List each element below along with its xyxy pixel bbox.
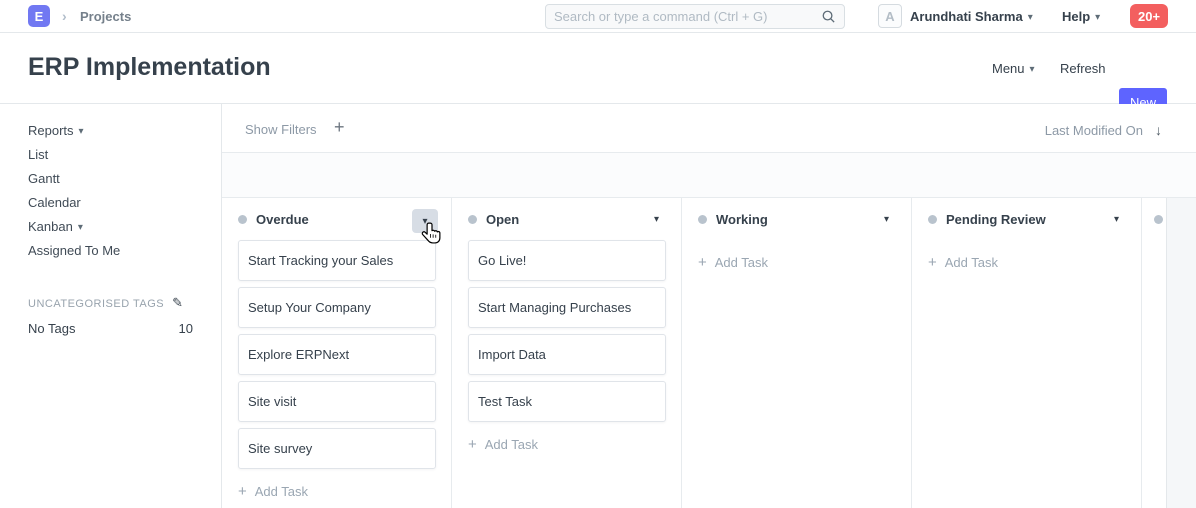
column-header: Open ▾ [452, 198, 681, 240]
column-status-dot [1154, 215, 1163, 224]
tag-label: No Tags [28, 321, 75, 336]
sidebar-item-label: Kanban [28, 219, 73, 234]
column-menu-button[interactable]: ▾ [412, 209, 438, 233]
plus-icon: + [468, 436, 477, 453]
column-header [1142, 198, 1166, 240]
sidebar-item-calendar[interactable]: Calendar [0, 191, 221, 215]
plus-icon: + [928, 254, 937, 271]
search-icon [821, 9, 836, 24]
tag-filter-no-tags[interactable]: No Tags 10 [28, 321, 193, 336]
sidebar-item-kanban[interactable]: Kanban ▾ [0, 215, 221, 239]
column-header: Pending Review ▾ [912, 198, 1141, 240]
column-menu-button[interactable]: ▾ [1114, 214, 1125, 225]
add-task-label: Add Task [485, 437, 538, 452]
kanban-card[interactable]: Import Data [468, 334, 666, 375]
sidebar-view-list: Reports ▾ List Gantt Calendar Kanban ▾ Ass… [0, 104, 221, 263]
kanban-board: Overdue ▾ Start Tracking your Sales Setu… [222, 198, 1166, 508]
column-header: Working ▾ [682, 198, 911, 240]
sort-direction-icon[interactable]: ↓ [1155, 122, 1162, 138]
result-band [222, 153, 1196, 198]
add-task-label: Add Task [255, 484, 308, 499]
page-title: ERP Implementation [28, 53, 271, 82]
add-task-button[interactable]: + Add Task [928, 250, 1126, 274]
edit-tags-icon[interactable]: ✎ [172, 295, 183, 310]
caret-down-icon: ▾ [1095, 12, 1100, 23]
board-right-gutter [1166, 198, 1196, 508]
help-label: Help [1062, 9, 1090, 24]
column-title: Overdue [256, 212, 309, 227]
user-name: Arundhati Sharma [910, 9, 1023, 24]
add-filter-icon[interactable]: + [334, 117, 345, 138]
search-input[interactable] [554, 9, 821, 24]
column-status-dot [928, 215, 937, 224]
refresh-button[interactable]: Refresh [1060, 61, 1106, 76]
column-status-dot [698, 215, 707, 224]
add-task-label: Add Task [715, 255, 768, 270]
tags-section-header: UNCATEGORISED TAGS ✎ [28, 295, 221, 311]
user-avatar[interactable]: A [878, 4, 902, 28]
kanban-card[interactable]: Setup Your Company [238, 287, 436, 328]
app-logo[interactable]: E [28, 5, 50, 27]
tags-section-title: UNCATEGORISED TAGS [28, 298, 164, 310]
sidebar-item-reports[interactable]: Reports ▾ [0, 119, 221, 143]
add-task-button[interactable]: + Add Task [468, 432, 666, 456]
column-status-dot [468, 215, 477, 224]
chevron-right-icon: › [62, 8, 67, 24]
top-navbar: E › Projects A Arundhati Sharma ▾ Help ▾ 2… [0, 0, 1196, 33]
sidebar-item-list[interactable]: List [0, 143, 221, 167]
add-task-button[interactable]: + Add Task [238, 479, 436, 503]
caret-down-icon: ▾ [78, 222, 83, 233]
menu-dropdown[interactable]: Menu ▾ [992, 61, 1035, 76]
caret-down-icon: ▾ [79, 126, 84, 137]
tag-count: 10 [179, 321, 193, 336]
global-search[interactable] [545, 4, 845, 29]
kanban-card[interactable]: Start Managing Purchases [468, 287, 666, 328]
kanban-card[interactable]: Go Live! [468, 240, 666, 281]
sidebar-item-gantt[interactable]: Gantt [0, 167, 221, 191]
plus-icon: + [698, 254, 707, 271]
sidebar: Reports ▾ List Gantt Calendar Kanban ▾ Ass… [0, 104, 222, 508]
add-task-label: Add Task [945, 255, 998, 270]
kanban-card[interactable]: Start Tracking your Sales [238, 240, 436, 281]
sort-label: Last Modified On [1045, 123, 1143, 138]
plus-icon: + [238, 483, 247, 500]
kanban-card[interactable]: Site visit [238, 381, 436, 422]
menu-label: Menu [992, 61, 1025, 76]
caret-down-icon: ▾ [1030, 64, 1035, 75]
column-title: Pending Review [946, 212, 1046, 227]
kanban-card[interactable]: Site survey [238, 428, 436, 469]
column-status-dot [238, 215, 247, 224]
breadcrumb[interactable]: Projects [80, 9, 131, 24]
kanban-column-clipped [1142, 198, 1166, 508]
column-menu-button[interactable]: ▾ [654, 214, 665, 225]
sidebar-item-label: Reports [28, 123, 74, 138]
kanban-card[interactable]: Test Task [468, 381, 666, 422]
column-menu-button[interactable]: ▾ [884, 214, 895, 225]
sidebar-item-assigned-to-me[interactable]: Assigned To Me [0, 239, 221, 263]
app-window: E › Projects A Arundhati Sharma ▾ Help ▾ 2… [0, 0, 1196, 508]
kanban-column-pending-review: Pending Review ▾ + Add Task [912, 198, 1142, 508]
filter-toolbar: Show Filters + Last Modified On ↓ [222, 104, 1196, 153]
page-header: ERP Implementation Menu▾ Refresh New [0, 33, 1196, 104]
add-task-button[interactable]: + Add Task [698, 250, 896, 274]
column-title: Working [716, 212, 768, 227]
user-menu[interactable]: Arundhati Sharma ▾ [910, 9, 1033, 24]
help-menu[interactable]: Help ▾ [1062, 9, 1100, 24]
kanban-card[interactable]: Explore ERPNext [238, 334, 436, 375]
show-filters-button[interactable]: Show Filters [245, 122, 317, 137]
caret-down-icon: ▾ [1028, 12, 1033, 23]
sort-selector[interactable]: Last Modified On ↓ [1045, 122, 1162, 138]
column-title: Open [486, 212, 519, 227]
kanban-column-working: Working ▾ + Add Task [682, 198, 912, 508]
notifications-badge[interactable]: 20+ [1130, 4, 1168, 28]
kanban-column-open: Open ▾ Go Live! Start Managing Purchases… [452, 198, 682, 508]
kanban-column-overdue: Overdue ▾ Start Tracking your Sales Setu… [222, 198, 452, 508]
column-header: Overdue ▾ [222, 198, 451, 240]
